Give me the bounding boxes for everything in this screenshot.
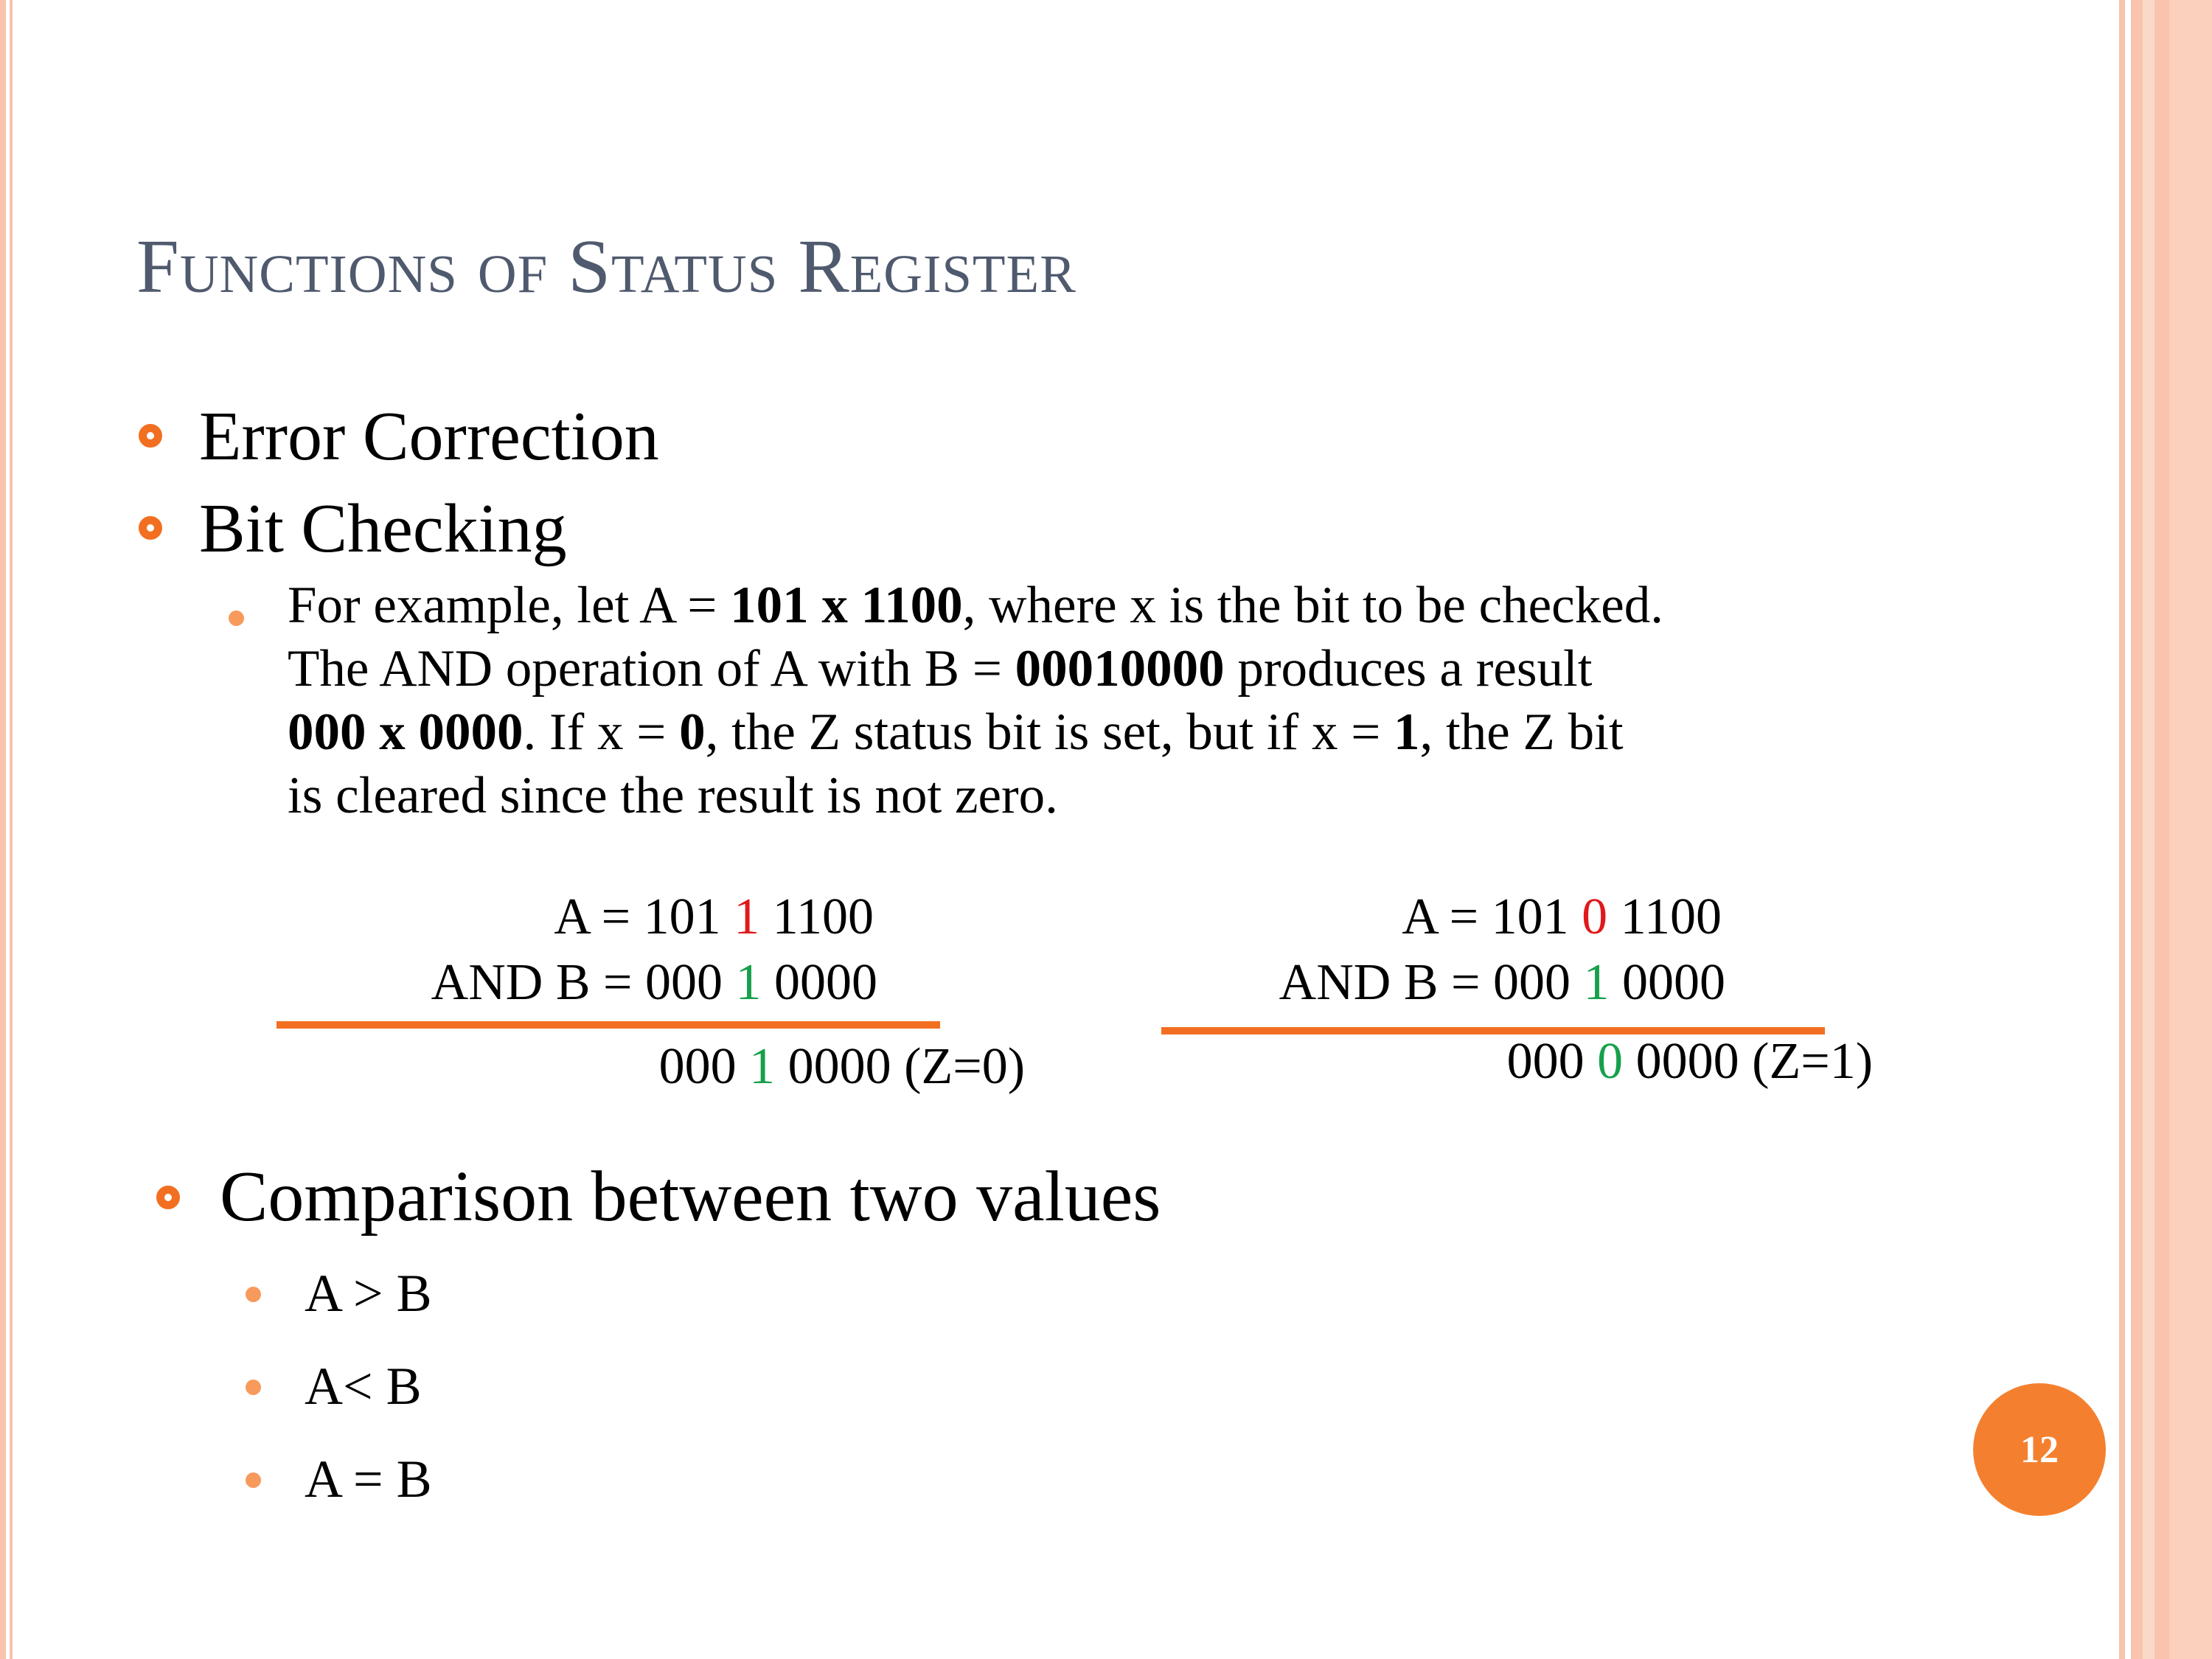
comparison-item: A = B [305, 1450, 432, 1509]
bullet-bit-checking: Bit Checking [199, 490, 567, 567]
bullet-dot-icon [246, 1472, 261, 1488]
example-line-1: For example, let A = 101 x 1100, where x… [288, 577, 1663, 634]
bullet-dot-icon [246, 1287, 261, 1302]
frame-stripe [2169, 0, 2212, 1659]
left-calc-b: AND B = 000 1 0000 [431, 954, 877, 1011]
right-calc-result: 000 0 0000 (Z=1) [1506, 1033, 1873, 1090]
frame-stripe [2131, 0, 2143, 1659]
frame-stripe [0, 0, 6, 1659]
bullet-dot-icon [246, 1380, 261, 1395]
frame-stripe [10, 0, 13, 1659]
right-calc-a: A = 101 0 1100 [1402, 888, 1722, 945]
page-number: 12 [2020, 1428, 2059, 1471]
bullet-ring-icon [139, 516, 162, 540]
page-number-badge: 12 [1973, 1383, 2106, 1516]
frame-stripe [2119, 0, 2125, 1659]
left-calc-rule [276, 1021, 940, 1029]
example-line-4: is cleared since the result is not zero. [288, 767, 1058, 824]
frame-stripe [2154, 0, 2169, 1659]
bullet-comparison: Comparison between two values [220, 1157, 1161, 1237]
bullet-ring-icon [156, 1186, 180, 1209]
example-line-2: The AND operation of A with B = 00010000… [288, 640, 1593, 698]
bullet-ring-icon [139, 424, 162, 448]
slide-title: Functions of Status Register [136, 224, 1077, 309]
example-line-3: 000 x 0000. If x = 0, the Z status bit i… [288, 703, 1624, 761]
comparison-item: A > B [305, 1264, 432, 1323]
frame-stripe [2143, 0, 2154, 1659]
bullet-error-correction: Error Correction [199, 398, 659, 475]
right-calc-b: AND B = 000 1 0000 [1279, 954, 1725, 1011]
slide: Functions of Status Register Error Corre… [0, 0, 2212, 1659]
bullet-dot-icon [229, 611, 244, 626]
left-calc-result: 000 1 0000 (Z=0) [658, 1038, 1025, 1095]
left-calc-a: A = 101 1 1100 [554, 888, 874, 945]
example-paragraph: For example, let A = 101 x 1100, where x… [288, 574, 2072, 827]
comparison-item: A< B [305, 1357, 422, 1416]
